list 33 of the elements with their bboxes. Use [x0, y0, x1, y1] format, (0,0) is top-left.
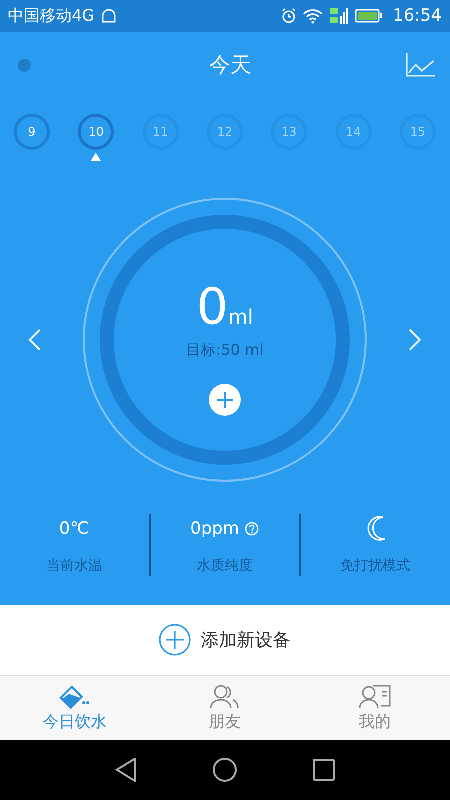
- alarm-icon: [281, 8, 297, 24]
- add-icon: [159, 624, 191, 656]
- clock-text: 16:54: [393, 6, 442, 26]
- recents-icon[interactable]: [313, 759, 335, 781]
- intake-unit: ml: [228, 304, 254, 328]
- wifi-icon: [303, 8, 323, 24]
- profile-card-icon: [359, 684, 391, 710]
- intake-amount: 0: [196, 278, 228, 334]
- tab[interactable]: 今日饮水: [0, 676, 150, 740]
- chart-icon[interactable]: [406, 53, 436, 77]
- battery-icon: [355, 9, 383, 23]
- stat-label: 水质纯度: [197, 557, 253, 575]
- android-icon: [100, 9, 117, 23]
- day-button[interactable]: 9: [14, 114, 50, 150]
- stat-value: 0ppm: [190, 519, 240, 539]
- help-icon[interactable]: [245, 522, 260, 536]
- add-water-icon[interactable]: [209, 384, 241, 416]
- page-title: 今天: [210, 52, 252, 79]
- people-icon: [210, 684, 240, 710]
- add-device-button[interactable]: 添加新设备: [0, 605, 450, 676]
- tab[interactable]: 朋友: [150, 676, 300, 740]
- carrier-text: 中国移动4G: [8, 6, 95, 26]
- day-button[interactable]: 10: [78, 114, 114, 150]
- stat-label: 免打扰模式: [340, 557, 411, 575]
- status-dot: [18, 58, 31, 72]
- tab[interactable]: 我的: [300, 676, 450, 740]
- signal-icon: [329, 7, 349, 25]
- stat-label: 当前水温: [46, 557, 102, 575]
- goal-text: 目标:50 ml: [186, 340, 264, 360]
- glass-icon: [58, 684, 92, 710]
- stat-value: 0℃: [59, 519, 90, 539]
- home-icon[interactable]: [213, 758, 237, 782]
- back-icon[interactable]: [115, 758, 137, 782]
